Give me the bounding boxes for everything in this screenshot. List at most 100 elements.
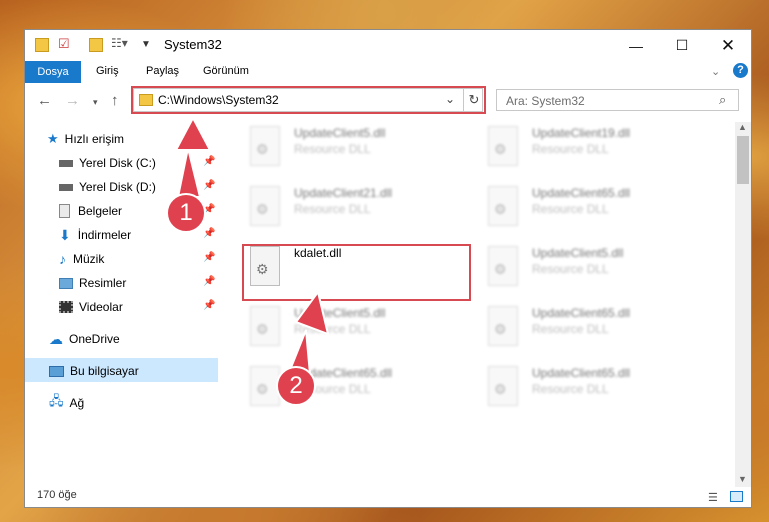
file-description: Resource DLL [294,202,371,216]
dll-file-icon [488,246,518,286]
drive-icon [59,159,73,167]
scroll-down-icon[interactable]: ▼ [738,474,747,484]
file-item[interactable]: UpdateClient21.dll Resource DLL [244,182,474,234]
details-view-icon[interactable]: ☰ [708,491,718,504]
scrollbar-thumb[interactable] [737,136,749,184]
recent-locations-icon[interactable]: ▾ [93,97,98,108]
view-options-icon[interactable]: ☷▾ [111,36,128,52]
dll-file-icon [250,186,280,226]
navigation-bar: ← → ▾ ↑ C:\Windows\System32 ⌄ ↻ Ara: Sys… [25,86,751,116]
file-item[interactable]: UpdateClient65.dll Resource DLL [482,182,712,234]
nav-quick-access[interactable]: ★ Hızlı erişim [47,128,124,150]
file-name: UpdateClient65.dll [532,366,631,380]
nav-label: Ağ [69,396,85,410]
file-list: UpdateClient5.dll Resource DLL UpdateCli… [240,122,735,482]
navigation-pane: ★ Hızlı erişim Yerel Disk (C:) 📌 Yerel D… [25,122,219,477]
file-description: Resource DLL [532,322,609,336]
file-description: Resource DLL [532,202,609,216]
file-item[interactable]: UpdateClient19.dll Resource DLL [482,122,712,174]
pin-icon[interactable]: 📌 [203,300,215,311]
file-name: UpdateClient5.dll [294,126,386,140]
cloud-icon: ☁ [49,330,63,347]
pin-icon[interactable]: 📌 [203,252,215,263]
file-item[interactable]: UpdateClient5.dll Resource DLL [244,122,474,174]
nav-label: Yerel Disk (D:) [79,180,156,194]
music-icon: ♪ [59,251,66,267]
file-description: Resource DLL [532,262,609,276]
title-bar: ☑ ☷▾ ▼ System32 — ☐ ✕ [25,30,751,61]
tab-home[interactable]: Giriş [96,65,119,77]
file-description: Resource DLL [532,142,609,156]
scroll-up-icon[interactable]: ▲ [738,122,747,132]
nav-network[interactable]: 🖧 Ağ [49,392,84,414]
pin-icon[interactable]: 📌 [203,180,215,191]
new-folder-icon[interactable] [89,38,103,52]
file-name: UpdateClient5.dll [532,246,624,260]
file-item[interactable]: UpdateClient5.dll Resource DLL [482,242,712,294]
forward-arrow-icon[interactable]: → [65,92,80,109]
explorer-window: ☑ ☷▾ ▼ System32 — ☐ ✕ Dosya Giriş Paylaş… [24,29,752,508]
nav-documents[interactable]: Belgeler [59,200,122,222]
nav-label: Videolar [79,300,123,314]
nav-label: Yerel Disk (C:) [79,156,156,170]
network-icon: 🖧 [49,393,64,408]
back-arrow-icon[interactable]: ← [37,92,52,109]
nav-this-pc[interactable]: Bu bilgisayar [49,360,139,382]
address-highlight-box [131,86,486,114]
search-icon[interactable]: ⌕ [719,92,726,108]
minimize-button[interactable]: — [613,30,659,61]
item-count: 170 öğe [37,489,77,501]
file-item[interactable]: UpdateClient65.dll Resource DLL [482,362,712,414]
expand-ribbon-icon[interactable]: ⌄ [711,65,720,78]
file-item[interactable]: UpdateClient65.dll Resource DLL [482,302,712,354]
document-icon [59,204,70,218]
pin-icon[interactable]: 📌 [203,156,215,167]
window-title: System32 [164,37,222,52]
customize-toolbar-icon[interactable]: ▼ [141,39,151,55]
search-placeholder[interactable]: Ara: System32 [506,94,585,108]
ribbon-tabs: Dosya Giriş Paylaş Görünüm ⌄ ? [25,61,751,83]
computer-icon [49,365,64,377]
file-name: UpdateClient19.dll [532,126,631,140]
tab-share[interactable]: Paylaş [146,65,179,77]
file-description: Resource DLL [294,322,371,336]
up-arrow-icon[interactable]: ↑ [111,92,119,109]
close-button[interactable]: ✕ [705,30,751,61]
file-name: UpdateClient65.dll [532,306,631,320]
nav-label: Belgeler [78,204,123,218]
nav-label: Müzik [73,252,105,266]
folder-icon[interactable] [35,38,49,52]
nav-label: Resimler [79,276,127,290]
nav-local-disk-d[interactable]: Yerel Disk (D:) [59,176,156,198]
pin-icon[interactable]: 📌 [203,228,215,239]
file-item[interactable]: UpdateClient5.dll Resource DLL [244,302,474,354]
annotation-badge-2: 2 [276,366,316,406]
tab-view[interactable]: Görünüm [203,65,249,77]
dll-file-icon [488,306,518,346]
file-description: Resource DLL [294,142,371,156]
properties-icon[interactable]: ☑ [58,36,70,52]
nav-local-disk-c[interactable]: Yerel Disk (C:) [59,152,156,174]
dll-file-icon [488,126,518,166]
file-name: UpdateClient65.dll [532,186,631,200]
nav-onedrive[interactable]: ☁ OneDrive [49,328,120,350]
pin-icon[interactable]: 📌 [203,276,215,287]
file-name: UpdateClient21.dll [294,186,393,200]
maximize-button[interactable]: ☐ [659,30,705,61]
tab-file[interactable]: Dosya [25,61,81,83]
dll-file-icon [488,366,518,406]
vertical-scrollbar[interactable]: ▲ ▼ [735,122,751,487]
nav-videos[interactable]: Videolar [59,296,123,318]
dll-file-icon [250,306,280,346]
nav-music[interactable]: ♪ Müzik [59,248,104,270]
search-box[interactable]: Ara: System32 ⌕ [496,89,739,111]
nav-label: İndirmeler [77,228,132,242]
annotation-badge-1: 1 [166,193,206,233]
large-icons-view-icon[interactable] [730,491,743,502]
file-highlight-box [242,244,471,301]
nav-downloads[interactable]: ⬇ İndirmeler [59,224,131,246]
nav-pictures[interactable]: Resimler [59,272,126,294]
help-icon[interactable]: ? [733,63,748,78]
download-icon: ⬇ [59,226,71,243]
star-icon: ★ [47,131,59,146]
